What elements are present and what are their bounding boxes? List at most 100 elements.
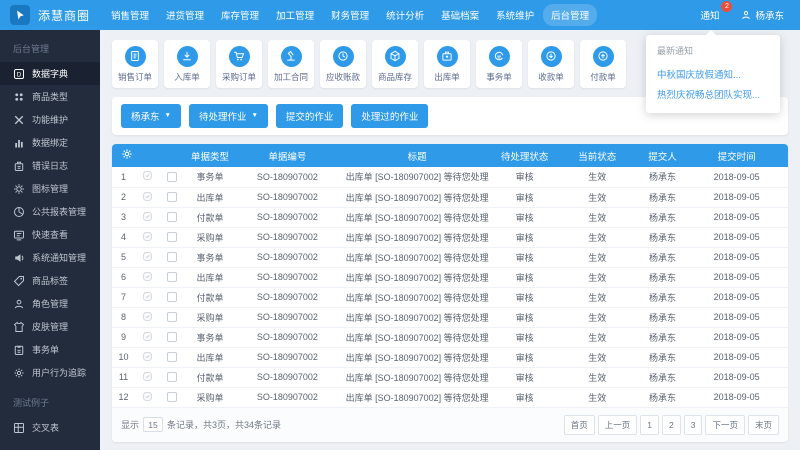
row-checkbox[interactable] [167, 252, 177, 262]
table-row[interactable]: 3 付款单 SO-180907002 出库单 [SO-180907002] 等待… [112, 207, 788, 227]
quick-action-付款单[interactable]: 付款单 [580, 40, 626, 88]
page-button-首页[interactable]: 首页 [564, 415, 595, 435]
row-checkbox[interactable] [167, 292, 177, 302]
filter-button-提交的作业[interactable]: 提交的作业 [276, 104, 344, 128]
quick-action-加工合同[interactable]: 加工合同 [268, 40, 314, 88]
row-checkbox[interactable] [167, 172, 177, 182]
row-checkbox[interactable] [167, 192, 177, 202]
cell-title: 出库单 [SO-180907002] 等待您处理 [340, 207, 495, 227]
table-row[interactable]: 6 出库单 SO-180907002 出库单 [SO-180907002] 等待… [112, 267, 788, 287]
cell-code: SO-180907002 [235, 347, 340, 367]
nav-item-7[interactable]: 系统维护 [488, 4, 542, 26]
sidebar-item-数据绑定[interactable]: 数据绑定 [0, 131, 100, 154]
filter-button-杨承东[interactable]: 杨承东 ▼ [121, 104, 181, 128]
sidebar-item-角色管理[interactable]: 角色管理 [0, 292, 100, 315]
nav-item-5[interactable]: 统计分析 [378, 4, 432, 26]
quick-action-事务单[interactable]: 事务单 [476, 40, 522, 88]
cell-title: 出库单 [SO-180907002] 等待您处理 [340, 367, 495, 387]
nav-item-3[interactable]: 加工管理 [268, 4, 322, 26]
sidebar-item-图标管理[interactable]: 图标管理 [0, 177, 100, 200]
user-menu[interactable]: 杨承东 [741, 8, 784, 22]
row-checkbox[interactable] [167, 372, 177, 382]
table-settings-header[interactable] [112, 144, 185, 167]
cell-current-status: 生效 [555, 287, 640, 307]
table-row[interactable]: 9 事务单 SO-180907002 出库单 [SO-180907002] 等待… [112, 327, 788, 347]
row-checkbox[interactable] [167, 352, 177, 362]
row-index: 5 [112, 247, 135, 267]
row-checkbox[interactable] [167, 332, 177, 342]
document-icon [129, 50, 141, 62]
stamp-check-icon [142, 331, 153, 342]
row-checkbox[interactable] [167, 212, 177, 222]
page-button-末页[interactable]: 末页 [748, 415, 779, 435]
sidebar-item-数据字典[interactable]: D 数据字典 [0, 62, 100, 85]
table-row[interactable]: 5 事务单 SO-180907002 出库单 [SO-180907002] 等待… [112, 247, 788, 267]
sidebar-item-系统通知管理[interactable]: 系统通知管理 [0, 246, 100, 269]
quick-action-销售订单[interactable]: 销售订单 [112, 40, 158, 88]
table-row[interactable]: 8 采购单 SO-180907002 出库单 [SO-180907002] 等待… [112, 307, 788, 327]
cell-type: 付款单 [185, 287, 235, 307]
stamp-check-icon [142, 311, 153, 322]
app-logo[interactable] [10, 5, 30, 25]
sidebar-item-功能维护[interactable]: 功能维护 [0, 108, 100, 131]
page-size-input[interactable] [143, 417, 163, 432]
sidebar-item-商品类型[interactable]: 商品类型 [0, 85, 100, 108]
quick-action-商品库存[interactable]: 商品库存 [372, 40, 418, 88]
row-checkbox[interactable] [167, 312, 177, 322]
notification-item[interactable]: 中秋国庆放假通知... [657, 64, 769, 84]
table-row[interactable]: 10 出库单 SO-180907002 出库单 [SO-180907002] 等… [112, 347, 788, 367]
sidebar-item-商品标签[interactable]: 商品标签 [0, 269, 100, 292]
tools-icon [13, 114, 25, 126]
nav-item-6[interactable]: 基础档案 [433, 4, 487, 26]
page-button-上一页[interactable]: 上一页 [598, 415, 638, 435]
table-row[interactable]: 2 出库单 SO-180907002 出库单 [SO-180907002] 等待… [112, 187, 788, 207]
quick-action-采购订单[interactable]: 采购订单 [216, 40, 262, 88]
page-button-1[interactable]: 1 [640, 415, 659, 435]
notification-dropdown: 最新通知 中秋国庆放假通知...热烈庆祝畅总团队实现... [646, 35, 780, 113]
sidebar-item-事务单[interactable]: 事务单 [0, 338, 100, 361]
cell-title: 出库单 [SO-180907002] 等待您处理 [340, 247, 495, 267]
cell-title: 出库单 [SO-180907002] 等待您处理 [340, 387, 495, 407]
cell-submitter: 杨承东 [640, 167, 685, 187]
sidebar-item-皮肤管理[interactable]: 皮肤管理 [0, 315, 100, 338]
nav-item-1[interactable]: 进货管理 [158, 4, 212, 26]
row-index: 2 [112, 187, 135, 207]
table-row[interactable]: 11 付款单 SO-180907002 出库单 [SO-180907002] 等… [112, 367, 788, 387]
row-checkbox[interactable] [167, 272, 177, 282]
table-row[interactable]: 4 采购单 SO-180907002 出库单 [SO-180907002] 等待… [112, 227, 788, 247]
filter-button-处理过的作业[interactable]: 处理过的作业 [351, 104, 428, 128]
table-row[interactable]: 12 采购单 SO-180907002 出库单 [SO-180907002] 等… [112, 387, 788, 407]
sidebar-item-快速查看[interactable]: 快速查看 [0, 223, 100, 246]
nav-item-0[interactable]: 销售管理 [103, 4, 157, 26]
filter-button-待处理作业[interactable]: 待处理作业 ▼ [189, 104, 268, 128]
page-button-2[interactable]: 2 [662, 415, 681, 435]
cell-code: SO-180907002 [235, 307, 340, 327]
row-checkbox[interactable] [167, 392, 177, 402]
page-button-下一页[interactable]: 下一页 [705, 415, 745, 435]
sidebar-item-错误日志[interactable]: 错误日志 [0, 154, 100, 177]
filter-button-label: 提交的作业 [286, 109, 334, 123]
stamp-check-icon [142, 211, 153, 222]
nav-item-2[interactable]: 库存管理 [213, 4, 267, 26]
chevron-down-icon: ▼ [165, 113, 171, 120]
row-checkbox[interactable] [167, 232, 177, 242]
nav-item-4[interactable]: 财务管理 [323, 4, 377, 26]
page-button-3[interactable]: 3 [684, 415, 703, 435]
sidebar-item-交叉表[interactable]: 交叉表 [0, 416, 100, 439]
quick-action-收款单[interactable]: 收款单 [528, 40, 574, 88]
sidebar-item-公共报表管理[interactable]: 公共报表管理 [0, 200, 100, 223]
table-row[interactable]: 1 事务单 SO-180907002 出库单 [SO-180907002] 等待… [112, 167, 788, 187]
cell-submit-time: 2018-09-05 [685, 247, 788, 267]
dictionary-icon: D [13, 68, 25, 80]
table-row[interactable]: 7 付款单 SO-180907002 出库单 [SO-180907002] 等待… [112, 287, 788, 307]
nav-item-8[interactable]: 后台管理 [543, 4, 597, 26]
cell-code: SO-180907002 [235, 287, 340, 307]
quick-action-出库单[interactable]: 出库单 [424, 40, 470, 88]
sidebar-item-用户行为追踪[interactable]: 用户行为追踪 [0, 361, 100, 384]
notification-item[interactable]: 热烈庆祝畅总团队实现... [657, 84, 769, 104]
cell-title: 出库单 [SO-180907002] 等待您处理 [340, 187, 495, 207]
quick-action-入库单[interactable]: 入库单 [164, 40, 210, 88]
notifications-button[interactable]: 通知 2 [700, 8, 719, 22]
cell-current-status: 生效 [555, 167, 640, 187]
quick-action-应收账款[interactable]: 应收账款 [320, 40, 366, 88]
